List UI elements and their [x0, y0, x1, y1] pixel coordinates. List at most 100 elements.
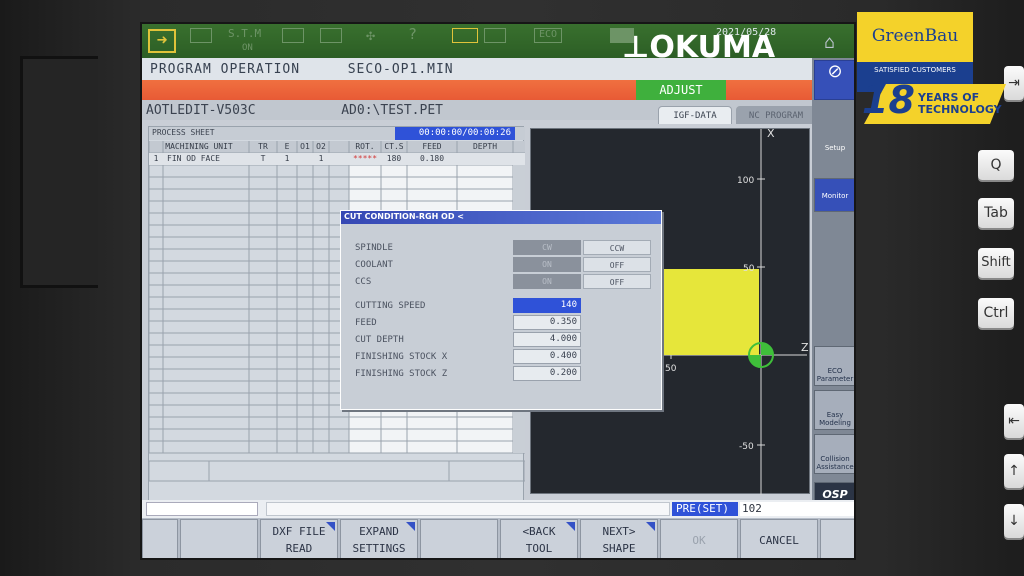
function-key-6[interactable]: <BACK TOOL	[500, 519, 578, 558]
table-cell: 180	[386, 154, 402, 163]
feed-label: FEED	[355, 318, 377, 328]
function-key-7[interactable]: NEXT> SHAPE	[580, 519, 658, 558]
column-header: DEPTH	[472, 142, 498, 151]
eco-badge: ECO	[534, 28, 562, 43]
function-key-sublabel: TOOL	[525, 542, 553, 555]
finishing-stock-z-label: FINISHING STOCK Z	[355, 369, 448, 379]
side-menu: ⊘ Setup Monitor ECO Parameter Easy Model…	[812, 58, 854, 514]
function-key-sublabel: SHAPE	[602, 542, 636, 555]
easy-modeling-label: Easy Modeling	[819, 411, 851, 427]
crosshair-icon: ✣	[366, 26, 376, 44]
table-cell: 1	[318, 154, 324, 163]
file-path: AD0:\TEST.PET	[341, 103, 443, 118]
enter-arrow-icon[interactable]: ➜	[148, 29, 176, 53]
tab-igf-data[interactable]: IGF-DATA	[658, 106, 732, 124]
table-cell: 1	[153, 154, 159, 163]
setup-button[interactable]: Setup	[814, 128, 854, 168]
x-axis-label: X	[767, 129, 775, 140]
cut-depth-label: CUT DEPTH	[355, 335, 404, 345]
column-header: CT.S	[384, 142, 404, 151]
table-cell: *****	[352, 154, 378, 163]
function-key-9[interactable]: CANCEL	[740, 519, 818, 558]
preset-value-input[interactable]: 102	[740, 502, 854, 516]
function-key-sublabel: SETTINGS	[352, 542, 406, 555]
coolant-label: COOLANT	[355, 260, 393, 270]
monitor-button[interactable]: Monitor	[814, 178, 854, 212]
function-key-label: CANCEL	[759, 534, 799, 547]
operation-mode: PROGRAM OPERATION	[150, 62, 301, 77]
okuma-logo: ⊥OKUMA	[622, 30, 776, 65]
corner-marker-icon	[646, 522, 655, 531]
door-icon	[452, 28, 478, 43]
table-cell: 1	[284, 154, 290, 163]
eco-parameter-button[interactable]: ECO Parameter	[814, 346, 854, 386]
message-field	[146, 502, 258, 516]
eco-parameter-label: ECO Parameter	[816, 367, 854, 383]
editor-version: AOTLEDIT-V503C	[146, 103, 256, 118]
coolant-off-button[interactable]: OFF	[583, 257, 651, 272]
column-header: O2	[316, 142, 326, 151]
corner-marker-icon	[566, 522, 575, 531]
view-tabs: IGF-DATA NC PROGRAM	[658, 106, 818, 124]
cut-depth-field[interactable]: 4.000	[513, 332, 581, 347]
help-icon: ?	[408, 25, 418, 43]
column-header: FEED	[422, 142, 442, 151]
column-header: MACHINING UNIT	[165, 142, 233, 151]
ccs-on-button[interactable]: ON	[513, 274, 581, 289]
x-tick-minus-50: -50	[739, 442, 754, 452]
x-tick-50: 50	[743, 264, 755, 274]
tab-nc-program[interactable]: NC PROGRAM	[736, 106, 816, 124]
adjust-badge: ADJUST	[636, 80, 726, 100]
collision-assistance-label: Collision Assistance	[816, 455, 854, 471]
years-text-line2: TECHNOLOGY	[918, 103, 1002, 116]
function-key-1[interactable]	[142, 519, 178, 558]
program-name: SECO-OP1.MIN	[347, 62, 454, 77]
cutting-speed-field[interactable]: 140	[513, 298, 581, 313]
spindle-ccw-button[interactable]: CCW	[583, 240, 651, 255]
corner-marker-icon	[326, 522, 335, 531]
preset-mode: PRE(SET)	[672, 502, 738, 516]
spindle-label: SPINDLE	[355, 243, 393, 253]
greenbau-tagline: SATISFIED CUSTOMERS	[874, 66, 956, 74]
years-number: 18	[862, 78, 915, 122]
z-axis-label: Z	[801, 341, 809, 354]
coolant-on-button[interactable]: ON	[513, 257, 581, 272]
collision-assistance-button[interactable]: Collision Assistance	[814, 434, 854, 474]
function-key-8[interactable]: OK	[660, 519, 738, 558]
column-header: E	[284, 142, 290, 151]
stm-on-label: ON	[242, 43, 253, 53]
dialog-title: CUT CONDITION-RGH OD <	[341, 211, 661, 224]
mode-icon	[190, 28, 212, 43]
z-tick-50: 50	[665, 364, 677, 374]
cutting-speed-label: CUTTING SPEED	[355, 301, 426, 311]
easy-modeling-button[interactable]: Easy Modeling	[814, 390, 854, 430]
function-key-bar: DXF FILE READ EXPAND SETTINGS <BACK TOOL NEXT>…	[142, 518, 854, 558]
table-row[interactable]: 1 FIN OD FACE T 1 1 ***** 180 0.180	[149, 153, 525, 165]
finishing-stock-z-field[interactable]: 0.200	[513, 366, 581, 381]
tool-icon	[320, 28, 342, 43]
greenbau-wordmark: GreenBau	[871, 26, 959, 46]
okuma-logo-text: OKUMA	[649, 30, 776, 65]
function-key-3[interactable]: DXF FILE READ	[260, 519, 338, 558]
command-field[interactable]	[266, 502, 670, 516]
ccs-off-button[interactable]: OFF	[583, 274, 651, 289]
column-header: TR	[258, 142, 268, 151]
function-key-10[interactable]	[820, 519, 854, 558]
input-line: PRE(SET) 102	[142, 500, 854, 518]
function-key-2[interactable]	[180, 519, 258, 558]
table-cell: 0.180	[419, 154, 445, 163]
cnc-screen: ➜ S.T.M ON ✣ ? ECO 2021/05/28 ⌂ PROGRAM …	[140, 22, 856, 560]
table-cell: FIN OD FACE	[167, 154, 220, 163]
function-key-5[interactable]	[420, 519, 498, 558]
feed-field[interactable]: 0.350	[513, 315, 581, 330]
grid-header: MACHINING UNIT TR E O1 O2 ROT. CT.S FEED DEPTH	[149, 141, 525, 153]
stm-label: S.T.M	[228, 27, 262, 40]
spindle-cw-button[interactable]: CW	[513, 240, 581, 255]
cycle-timer: 00:00:00/00:00:26	[395, 127, 515, 140]
column-header: O1	[300, 142, 310, 151]
function-key-4[interactable]: EXPAND SETTINGS	[340, 519, 418, 558]
finishing-stock-x-field[interactable]: 0.400	[513, 349, 581, 364]
table-cell: T	[260, 154, 266, 163]
spindle-icon	[484, 28, 506, 43]
function-key-label: OK	[692, 534, 706, 547]
